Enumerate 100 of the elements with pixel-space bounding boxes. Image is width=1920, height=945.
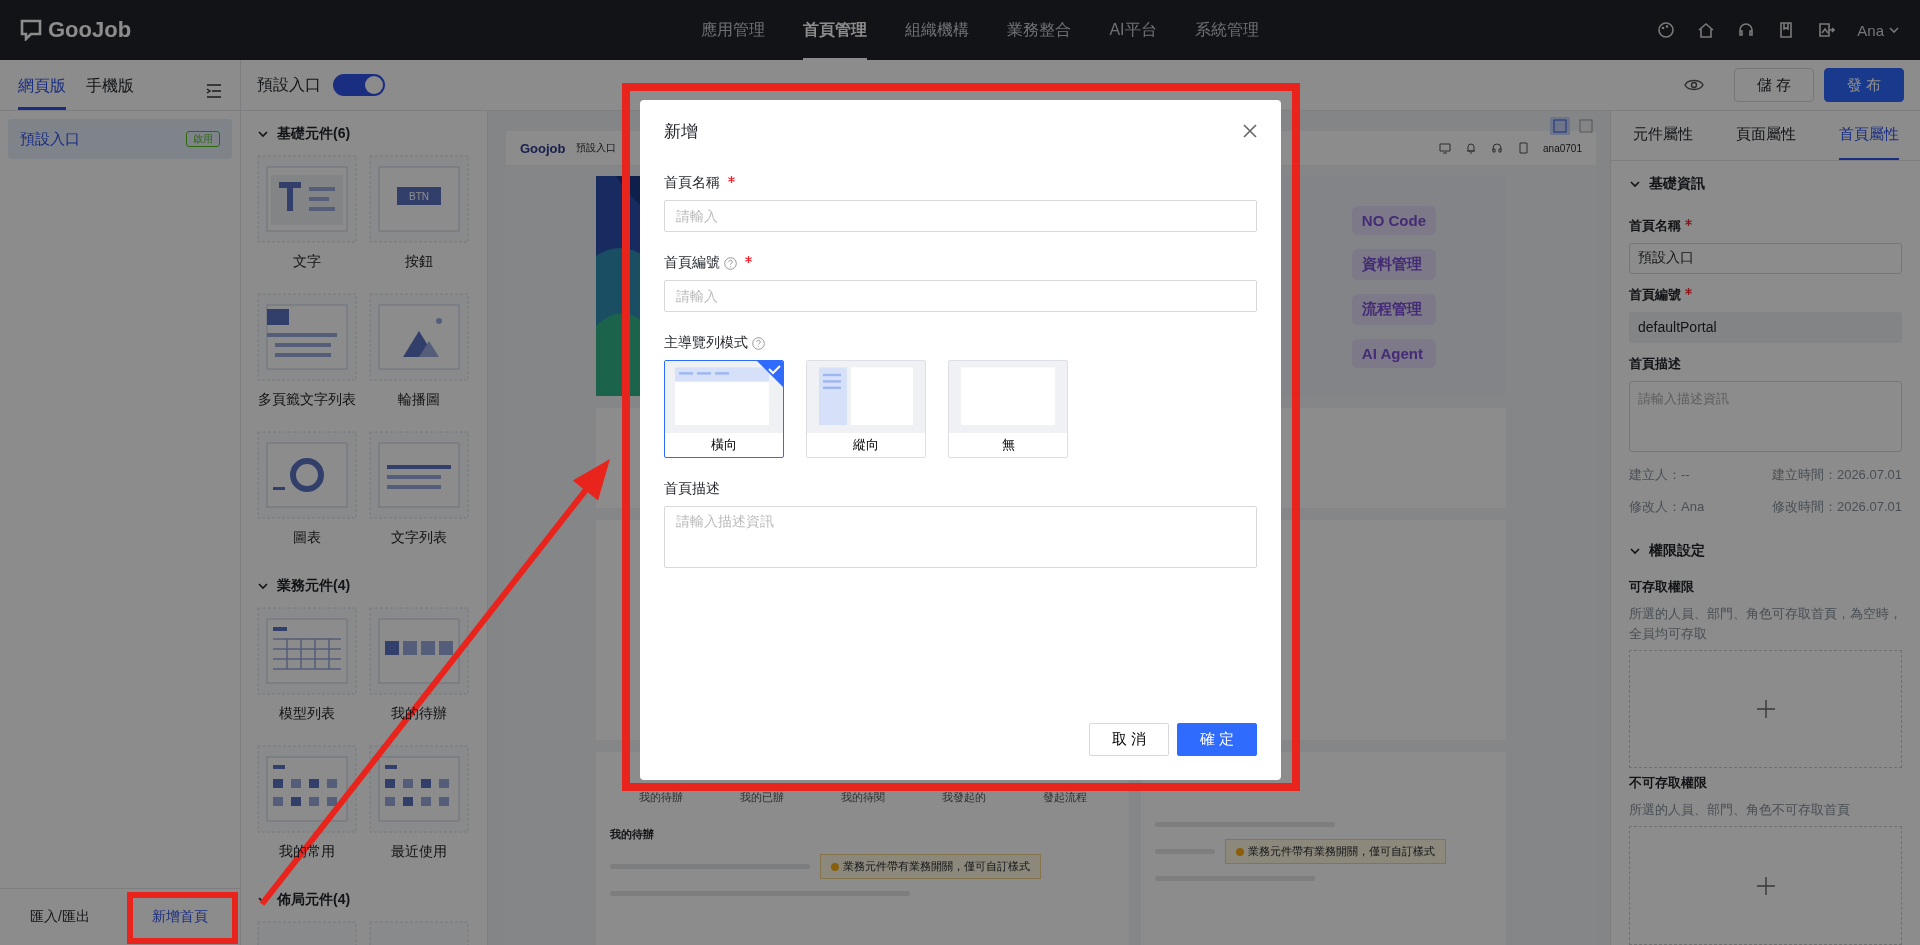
component-thumbnail[interactable] [257,745,357,833]
layout-option[interactable]: 橫向 [664,360,784,458]
component-thumbnail[interactable] [257,607,357,695]
palette-icon[interactable] [1657,21,1676,39]
nav-tab[interactable]: 組織機構 [905,0,970,60]
home-icon[interactable] [1697,21,1716,39]
field-label: 首頁編號 [664,254,720,272]
component-label: 最近使用 [391,843,447,861]
section-title: 基礎元件(6) [277,125,351,143]
feature-tag: 資料管理 [1351,249,1436,280]
meta-text: 建立人：-- [1629,465,1690,484]
cancel-button[interactable]: 取 消 [1089,723,1169,756]
image-export-icon[interactable] [1817,21,1836,39]
check-icon [757,361,783,387]
headset-icon[interactable] [1737,21,1756,39]
field-label: 主導覽列模式 [664,334,748,352]
collapse-chevron-icon[interactable] [257,128,269,140]
description-field[interactable]: 請輸入描述資訊 [664,506,1257,568]
publish-button[interactable]: 發 布 [1824,68,1904,102]
field-label: 首頁名稱 [1629,216,1681,235]
field-label: 首頁編號 [1629,285,1681,304]
component-thumbnail[interactable] [257,155,357,243]
section-title: 業務元件(4) [277,577,351,595]
status-badge: 啟用 [186,131,220,147]
component-label: 文字列表 [391,529,447,547]
import-export-button[interactable]: 匯入/匯出 [0,902,120,932]
component-thumbnail[interactable] [369,293,469,381]
property-tab[interactable]: 首頁屬性 [1838,111,1899,160]
field-label: 不可存取權限 [1629,775,1707,791]
add-page-link[interactable]: 新增首頁 [120,902,240,932]
preview-logo: Goojob [520,140,566,156]
dialog-title: 新增 [664,120,698,143]
component-thumbnail[interactable]: BTN [369,155,469,243]
stat-label: 我發起的 [941,790,986,805]
desktop-view-icon[interactable] [1550,117,1570,135]
monitor-icon [1439,142,1452,154]
view-tab[interactable]: 網頁版 [18,76,66,110]
field-label: 首頁名稱 [664,174,720,192]
input-field[interactable]: 請輸入 [664,200,1257,232]
feature-tag: NO Code [1351,206,1436,235]
component-thumbnail[interactable] [369,431,469,519]
book-icon [1517,142,1530,154]
plus-icon [1755,875,1776,896]
notice-banner: 業務元件帶有業務開關，僅可自訂樣式 [1225,839,1447,864]
meta-text: 建立時間：2026.07.01 [1771,465,1902,484]
component-label: 圖表 [293,529,321,547]
page-name: 預設入口 [257,74,321,95]
view-tab[interactable]: 手機版 [86,76,134,110]
feature-tag: AI Agent [1351,339,1436,368]
nav-tab[interactable]: AI平台 [1109,0,1157,60]
section-title: 權限設定 [1649,541,1705,560]
meta-text: 修改時間：2026.07.01 [1771,497,1902,516]
stat-label: 我的待閱 [840,790,885,805]
component-thumbnail[interactable] [257,431,357,519]
notice-banner: 業務元件帶有業務開關，僅可自訂樣式 [820,854,1041,879]
component-thumbnail[interactable] [369,745,469,833]
preview-user: ana0701 [1543,142,1582,154]
user-menu[interactable]: Ana [1857,21,1900,39]
nav-tab[interactable]: 系統管理 [1194,0,1259,60]
menu-icon[interactable] [206,84,222,98]
bell-icon [1465,142,1478,154]
field-label: 首頁描述 [1629,356,1681,371]
close-icon[interactable] [1243,124,1257,138]
component-label: 輪播圖 [398,391,440,409]
confirm-button[interactable]: 確 定 [1177,723,1257,756]
stat-label: 發起流程 [1042,790,1087,805]
help-icon[interactable] [752,336,765,350]
meta-text: 修改人：Ana [1629,497,1705,516]
component-label: 我的常用 [279,843,335,861]
help-icon[interactable] [724,256,737,270]
plus-icon [1755,698,1776,719]
component-label: 我的待辦 [391,705,447,723]
field-description: 所選的人員、部門、角色可存取首頁，為空時，全員均可存取 [1629,604,1902,643]
chevron-down-icon[interactable] [1888,24,1900,36]
logo-text: GooJob [48,17,132,43]
headset-icon [1491,142,1504,154]
input-field[interactable]: 請輸入 [664,280,1257,312]
text-field[interactable]: 預設入口 [1629,242,1902,274]
layout-option[interactable]: 縱向 [806,360,926,458]
page-list-item[interactable]: 預設入口 啟用 [8,119,232,159]
stat-label: 我的待辦 [638,790,683,805]
section-title: 佈局元件(4) [277,891,351,909]
logo-icon [20,19,42,41]
component-thumbnail[interactable] [369,607,469,695]
field-label: 可存取權限 [1629,578,1694,594]
nav-tab[interactable]: 應用管理 [701,0,766,60]
nav-tab[interactable]: 業務整合 [1007,0,1072,60]
layout-option[interactable]: 無 [948,360,1068,458]
field-label: 首頁描述 [664,480,720,498]
collapse-chevron-icon[interactable] [257,580,269,592]
enable-toggle[interactable] [333,74,385,96]
property-tab[interactable]: 元件屬性 [1632,111,1693,160]
field-description: 所選的人員、部門、角色不可存取首頁 [1629,801,1851,820]
preview-eye-icon[interactable] [1684,78,1704,92]
property-tab[interactable]: 頁面屬性 [1735,111,1796,160]
todo-title: 我的待辦 [610,827,655,842]
component-label: 文字 [293,253,321,271]
feature-tag: 流程管理 [1351,294,1436,325]
component-thumbnail[interactable] [257,293,357,381]
save-button[interactable]: 儲 存 [1734,68,1814,102]
